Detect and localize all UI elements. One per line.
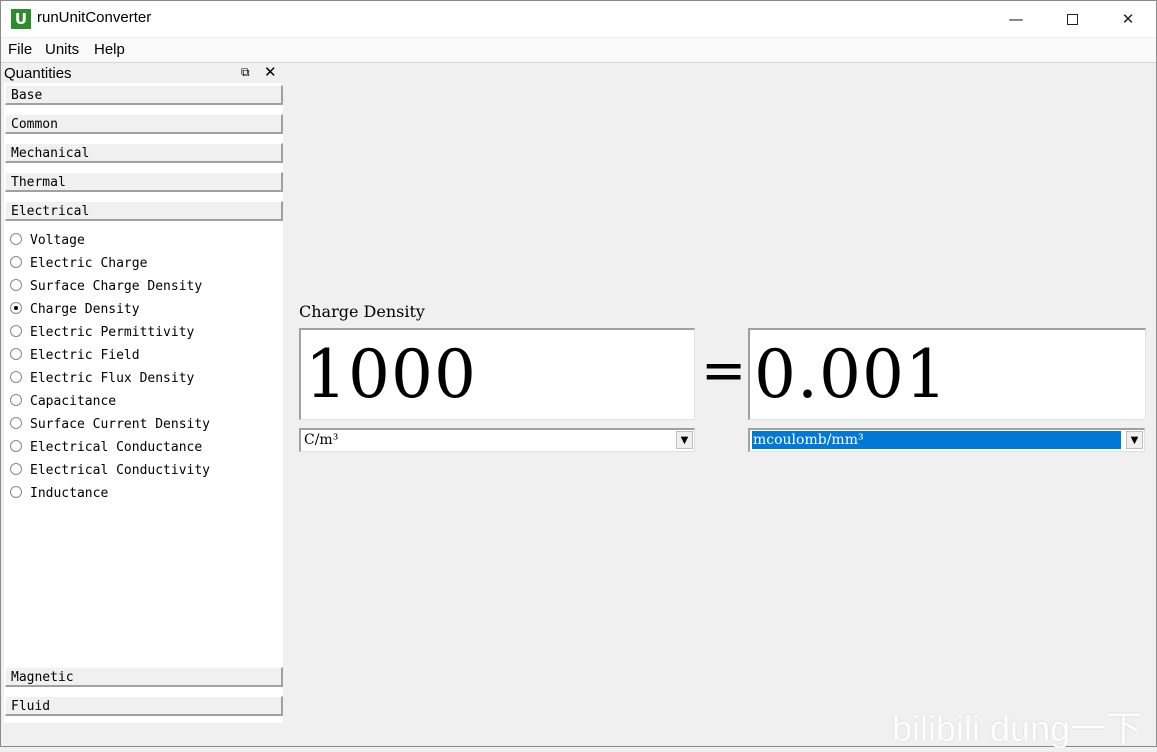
radio-electric-charge[interactable]: Electric Charge xyxy=(10,254,147,274)
radio-label: Electrical Conductance xyxy=(30,440,203,455)
category-thermal[interactable]: Thermal xyxy=(5,172,283,192)
radio-electric-field[interactable]: Electric Field xyxy=(10,346,140,366)
radio-label: Surface Current Density xyxy=(30,417,211,432)
radio-button[interactable] xyxy=(10,486,22,498)
radio-button[interactable] xyxy=(10,394,22,406)
watermark-logo: bilibili dung一下 xyxy=(892,708,1143,749)
right-unit-value: mcoulomb/mm³ xyxy=(752,431,1121,449)
radio-surface-charge-density[interactable]: Surface Charge Density xyxy=(10,277,202,297)
radio-label: Surface Charge Density xyxy=(30,279,203,294)
left-unit-select[interactable]: C/m³ ▼ xyxy=(299,428,695,452)
radio-button[interactable] xyxy=(10,417,22,429)
radio-voltage[interactable]: Voltage xyxy=(10,231,85,251)
left-unit-value: C/m³ xyxy=(304,432,339,448)
dock-title: Quantities xyxy=(4,65,72,82)
category-base[interactable]: Base xyxy=(5,85,283,105)
radio-label: Inductance xyxy=(30,486,109,501)
right-unit-select[interactable]: mcoulomb/mm³ ▼ xyxy=(748,428,1145,452)
radio-label: Electric Permittivity xyxy=(30,325,195,340)
category-magnetic[interactable]: Magnetic xyxy=(5,667,283,687)
radio-charge-density[interactable]: Charge Density xyxy=(10,300,140,320)
app-icon: U xyxy=(11,9,31,29)
radio-button[interactable] xyxy=(10,256,22,268)
category-common[interactable]: Common xyxy=(5,114,283,134)
radio-label: Voltage xyxy=(30,233,85,248)
title-bar[interactable]: U runUnitConverter — ✕ xyxy=(1,1,1156,37)
maximize-icon xyxy=(1066,14,1078,25)
maximize-button[interactable] xyxy=(1044,1,1100,37)
radio-label: Charge Density xyxy=(30,302,140,317)
quantity-label: Charge Density xyxy=(299,302,425,321)
radio-electrical-conductance[interactable]: Electrical Conductance xyxy=(10,438,202,458)
equals-sign: = xyxy=(701,339,747,402)
category-electrical[interactable]: Electrical xyxy=(5,201,283,221)
radio-button-checked[interactable] xyxy=(10,302,22,314)
menu-units[interactable]: Units xyxy=(45,41,79,58)
quantities-dock: Quantities ⧉ ✕ Base Common Mechanical Th… xyxy=(1,63,285,725)
app-window: U runUnitConverter — ✕ File Units Help Q… xyxy=(0,0,1157,747)
radio-button[interactable] xyxy=(10,371,22,383)
radio-button[interactable] xyxy=(10,440,22,452)
minimize-button[interactable]: — xyxy=(988,1,1044,37)
menu-file[interactable]: File xyxy=(8,41,32,58)
window-title: runUnitConverter xyxy=(37,9,152,26)
radio-button[interactable] xyxy=(10,279,22,291)
chevron-down-icon[interactable]: ▼ xyxy=(676,431,693,449)
category-mechanical[interactable]: Mechanical xyxy=(5,143,283,163)
radio-capacitance[interactable]: Capacitance xyxy=(10,392,116,412)
left-value-input[interactable] xyxy=(301,330,694,419)
quantity-toolbox: Base Common Mechanical Thermal Electrica… xyxy=(4,83,283,723)
right-value-box[interactable] xyxy=(748,328,1146,420)
float-icon[interactable]: ⧉ xyxy=(241,65,250,80)
radio-label: Electric Charge xyxy=(30,256,148,271)
close-button[interactable]: ✕ xyxy=(1100,1,1156,37)
radio-label: Electric Flux Density xyxy=(30,371,195,386)
radio-electric-permittivity[interactable]: Electric Permittivity xyxy=(10,323,194,343)
radio-surface-current-density[interactable]: Surface Current Density xyxy=(10,415,210,435)
left-value-box[interactable] xyxy=(299,328,695,420)
radio-button[interactable] xyxy=(10,463,22,475)
radio-inductance[interactable]: Inductance xyxy=(10,484,108,504)
chevron-down-icon[interactable]: ▼ xyxy=(1126,431,1143,449)
radio-button[interactable] xyxy=(10,233,22,245)
radio-label: Electric Field xyxy=(30,348,140,363)
radio-button[interactable] xyxy=(10,325,22,337)
dock-close-icon[interactable]: ✕ xyxy=(264,63,277,81)
menu-help[interactable]: Help xyxy=(94,41,125,58)
menu-bar: File Units Help xyxy=(1,38,1156,63)
radio-electric-flux-density[interactable]: Electric Flux Density xyxy=(10,369,194,389)
right-value-input[interactable] xyxy=(750,330,1145,419)
radio-label: Capacitance xyxy=(30,394,117,409)
radio-button[interactable] xyxy=(10,348,22,360)
radio-label: Electrical Conductivity xyxy=(30,463,211,478)
radio-electrical-conductivity[interactable]: Electrical Conductivity xyxy=(10,461,210,481)
category-fluid[interactable]: Fluid xyxy=(5,696,283,716)
